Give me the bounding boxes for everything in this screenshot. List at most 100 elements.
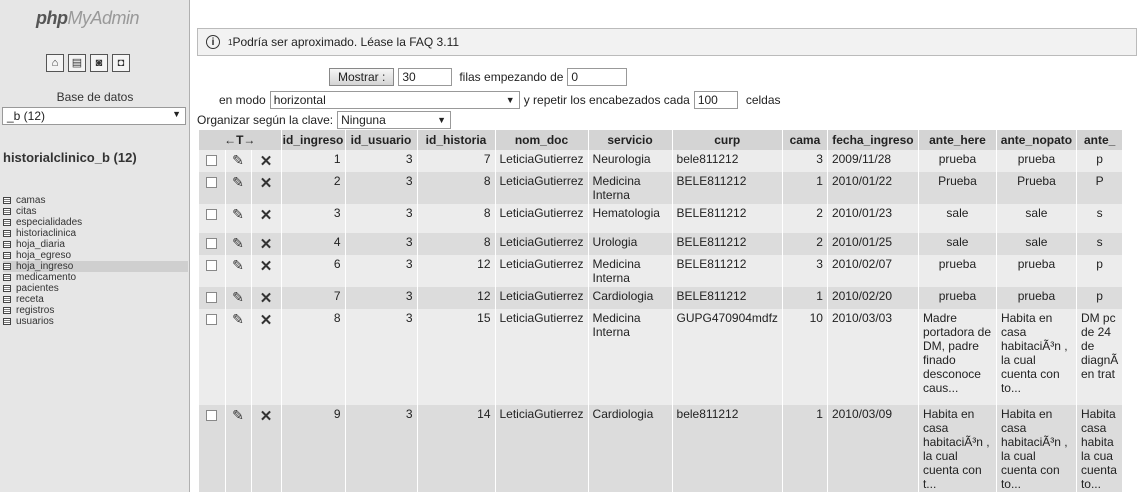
sidebar-table-label[interactable]: citas [16,206,37,217]
column-header[interactable]: servicio [588,130,673,150]
sidebar-table-item[interactable]: hoja_egreso [3,250,188,261]
row-checkbox[interactable] [206,410,218,421]
logo-php-text: php [36,8,68,28]
sidebar-table-item[interactable]: medicamento [3,272,188,283]
row-checkbox[interactable] [206,209,218,220]
home-icon[interactable]: ⌂ [46,54,64,72]
database-select[interactable]: _b (12) ▼ [2,107,186,125]
table-cell: sale [918,233,997,255]
sidebar-table-item[interactable]: hoja_ingreso [3,261,188,272]
sidebar-table-label[interactable]: hoja_diaria [16,239,65,250]
mode-controls: en modo horizontal ▼ y repetir los encabe… [219,91,781,109]
query-icon[interactable]: ◘ [112,54,130,72]
rows-count-input[interactable]: 30 [398,68,453,86]
column-header[interactable]: cama [782,130,828,150]
row-checkbox[interactable] [206,292,218,303]
delete-x-icon[interactable]: ✕ [260,407,273,425]
table-cell: 15 [417,309,496,405]
column-header[interactable]: ante_ [1076,130,1124,150]
row-delete-cell: ✕ [251,172,282,204]
pencil-icon[interactable]: ✎ [232,235,244,252]
sort-select[interactable]: Ninguna ▼ [337,111,452,129]
sidebar-table-label[interactable]: registros [16,305,54,316]
sidebar-table-item[interactable]: receta [3,294,188,305]
row-checkbox[interactable] [206,177,218,188]
sidebar-table-label[interactable]: medicamento [16,272,76,283]
pencil-icon[interactable]: ✎ [232,174,244,191]
docs-icon[interactable]: ◙ [90,54,108,72]
table-cell: sale [996,204,1077,233]
row-checkbox[interactable] [206,238,218,249]
table-icon[interactable] [3,208,11,215]
table-icon[interactable] [3,263,11,270]
table-icon[interactable] [3,252,11,259]
table-icon[interactable] [3,274,11,281]
sidebar-table-item[interactable]: hoja_diaria [3,239,188,250]
table-icon[interactable] [3,219,11,226]
delete-x-icon[interactable]: ✕ [260,311,273,329]
delete-x-icon[interactable]: ✕ [260,206,273,224]
sidebar-table-label[interactable]: camas [16,195,45,206]
show-button[interactable]: Mostrar : [329,68,395,86]
delete-x-icon[interactable]: ✕ [260,289,273,307]
row-checkbox[interactable] [206,155,218,166]
delete-x-icon[interactable]: ✕ [260,152,273,170]
column-header[interactable]: curp [672,130,783,150]
sidebar-table-label[interactable]: hoja_egreso [16,250,71,261]
column-header[interactable]: ante_nopato [996,130,1077,150]
table-icon[interactable] [3,241,11,248]
sidebar-table-label[interactable]: especialidades [16,217,82,228]
pencil-icon[interactable]: ✎ [232,311,244,328]
table-icon[interactable] [3,285,11,292]
column-header[interactable]: fecha_ingreso [827,130,919,150]
row-select-cell [199,255,226,287]
phpmyadmin-logo[interactable]: phpMyAdmin [36,8,140,29]
column-header[interactable]: ante_here [918,130,997,150]
column-header[interactable]: id_usuario [345,130,418,150]
sidebar-table-item[interactable]: usuarios [3,316,188,327]
sidebar-table-item[interactable]: pacientes [3,283,188,294]
table-cell: 10 [782,309,828,405]
action-header[interactable]: ←T→ [199,130,282,150]
mode-select[interactable]: horizontal ▼ [269,91,520,109]
pencil-icon[interactable]: ✎ [232,289,244,306]
table-cell: Hematologia [588,204,673,233]
database-title[interactable]: historialclinico_b (12) [3,150,137,165]
row-select-cell [199,204,226,233]
start-row-input[interactable]: 0 [567,68,628,86]
table-icon[interactable] [3,318,11,325]
table-cell: s [1076,233,1124,255]
sidebar-table-item[interactable]: citas [3,206,188,217]
sidebar-table-label[interactable]: pacientes [16,283,59,294]
column-header[interactable]: id_ingreso [281,130,346,150]
delete-x-icon[interactable]: ✕ [260,257,273,275]
sidebar-table-item[interactable]: camas [3,195,188,206]
delete-x-icon[interactable]: ✕ [260,174,273,192]
pencil-icon[interactable]: ✎ [232,257,244,274]
table-row: ✎ ✕ 4 3 8 LeticiaGutierrez Urologia BELE811212 2… [199,233,1124,255]
sidebar-table-label[interactable]: historiaclinica [16,228,76,239]
table-icon[interactable] [3,197,11,204]
row-checkbox[interactable] [206,314,218,325]
pencil-icon[interactable]: ✎ [232,407,244,424]
sidebar-table-label[interactable]: receta [16,294,44,305]
sidebar-table-item[interactable]: especialidades [3,217,188,228]
pencil-icon[interactable]: ✎ [232,206,244,223]
sql-icon[interactable]: ▤ [68,54,86,72]
sidebar-table-item[interactable]: registros [3,305,188,316]
repeat-headers-input[interactable]: 100 [693,91,738,109]
row-checkbox[interactable] [206,260,218,271]
table-cell: Neurologia [588,150,673,172]
column-header[interactable]: id_historia [417,130,496,150]
table-cell: sale [918,204,997,233]
sidebar-table-item[interactable]: historiaclinica [3,228,188,239]
table-icon[interactable] [3,230,11,237]
table-icon[interactable] [3,296,11,303]
column-header[interactable]: nom_doc [495,130,589,150]
table-icon[interactable] [3,307,11,314]
sidebar-table-label[interactable]: usuarios [16,316,54,327]
row-delete-cell: ✕ [251,405,282,492]
pencil-icon[interactable]: ✎ [232,152,244,169]
sidebar-table-label[interactable]: hoja_ingreso [16,261,73,272]
delete-x-icon[interactable]: ✕ [260,235,273,253]
